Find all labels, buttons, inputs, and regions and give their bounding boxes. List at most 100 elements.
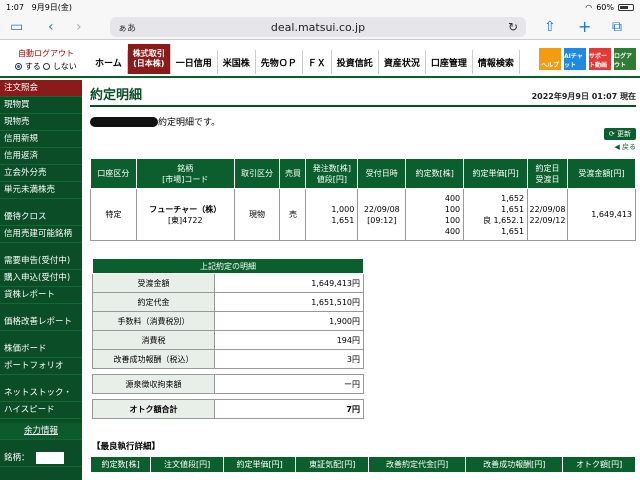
page-timestamp: 2022年9月9日 01:07 現在 bbox=[531, 92, 636, 101]
col-amount: 受渡金額[円] bbox=[567, 158, 636, 189]
nav-funds[interactable]: 投資信託 bbox=[332, 50, 379, 74]
ai-chat-icon[interactable]: AIチャット bbox=[564, 48, 586, 70]
best-col: 改善成功報酬[円] bbox=[465, 456, 564, 473]
nav-us-stocks[interactable]: 米国株 bbox=[218, 50, 256, 74]
logout-icon[interactable]: ログアウト bbox=[614, 48, 636, 70]
support-video-icon[interactable]: サポート動画 bbox=[589, 48, 611, 70]
clock: 1:07 bbox=[6, 2, 24, 12]
reload-icon[interactable]: ↻ bbox=[508, 20, 518, 34]
settle-date: 22/09/12 bbox=[529, 215, 566, 225]
exec-price: 良 1,652.1 bbox=[482, 215, 525, 225]
summary-label: 改善成功報酬（税込） bbox=[92, 349, 215, 369]
col-type: 取引区分 bbox=[233, 158, 281, 189]
sidebar-item-margin-new[interactable]: 信用新規 bbox=[0, 131, 82, 148]
sidebar-item-portfolio[interactable]: ポートフォリオ bbox=[0, 358, 82, 375]
auto-logout-off-radio[interactable] bbox=[43, 63, 51, 70]
sidebar-item-purchase[interactable]: 購入申込(受付中) bbox=[0, 270, 82, 287]
exec-qty: 100 bbox=[444, 204, 461, 214]
tabs-icon[interactable]: ⧉ bbox=[612, 18, 622, 36]
wifi-icon: ◠ bbox=[585, 2, 593, 12]
date: 9月9日(金) bbox=[31, 2, 73, 12]
table-row: 特定 フューチャー（株） [東]4722 現物 売 1,000 1,651 22… bbox=[90, 188, 636, 241]
site-header: 自動ログアウト する しない ホーム 株式取引 (日本株) 一日信用 米国株 先… bbox=[0, 40, 640, 78]
recv-time: [09:12] bbox=[367, 215, 397, 225]
sidebar-item-off-floor[interactable]: 立会外分売 bbox=[0, 165, 82, 182]
auto-logout: 自動ログアウト する しない bbox=[4, 48, 88, 72]
cell-exec-price: 1,652 1,651 良 1,652.1 1,651 bbox=[463, 188, 529, 241]
sidebar-item-shortable[interactable]: 信用売建可能銘柄 bbox=[0, 226, 82, 243]
forward-icon[interactable]: › bbox=[76, 18, 82, 36]
auto-logout-on-radio[interactable] bbox=[15, 63, 23, 70]
summary-value: 1,651,510円 bbox=[214, 292, 364, 312]
cell-recv: 22/09/08 [09:12] bbox=[357, 188, 407, 241]
exec-qty: 100 bbox=[444, 215, 461, 225]
withholding-label: 源泉徴収拘束額 bbox=[92, 374, 215, 394]
nav-account[interactable]: 口座管理 bbox=[426, 50, 473, 74]
col-side: 売買 bbox=[279, 158, 307, 189]
nav-assets[interactable]: 資産状況 bbox=[379, 50, 426, 74]
notice: 約定明細です。 bbox=[90, 115, 636, 128]
sidebar-item-order-inquiry[interactable]: 注文照会 bbox=[0, 80, 82, 97]
auto-logout-off-label: しない bbox=[52, 62, 77, 71]
sidebar-item-stock-board[interactable]: 株価ボード bbox=[0, 341, 82, 358]
sidebar-item-yutai-cross[interactable]: 優待クロス bbox=[0, 209, 82, 226]
order-table: 口座区分 銘柄 [市場]コード 取引区分 売買 発注数[株] 値段[円] 受付日… bbox=[90, 158, 636, 241]
best-col: 注文値段[円] bbox=[150, 456, 224, 473]
redacted-name bbox=[90, 116, 158, 127]
nav-home[interactable]: ホーム bbox=[90, 50, 128, 74]
nav-info-search[interactable]: 情報検索 bbox=[473, 50, 520, 74]
nav-futures[interactable]: 先物ＯＰ bbox=[256, 50, 303, 74]
sidebar-item-margin-info[interactable]: 余力情報 bbox=[0, 423, 82, 440]
sidebar-icon[interactable]: ▭ bbox=[10, 18, 23, 36]
table-row: 手数料（消費税別） 1,900円 bbox=[92, 311, 364, 331]
nav-stock-trading[interactable]: 株式取引 (日本株) bbox=[127, 44, 171, 74]
order-price: 1,651 bbox=[331, 215, 355, 225]
auto-logout-on-label: する bbox=[24, 62, 41, 71]
sidebar-item-odd-lot[interactable]: 単元未満株売 bbox=[0, 182, 82, 199]
help-icon[interactable]: ヘルプ bbox=[539, 48, 561, 70]
sidebar-item-netstock-2[interactable]: ハイスピード bbox=[0, 402, 82, 419]
summary-label: 受渡金額 bbox=[92, 273, 215, 293]
page-title-text: 約定明細 bbox=[90, 88, 143, 103]
address-bar[interactable]: ぁあ deal.matsui.co.jp ↻ bbox=[110, 17, 526, 37]
text-size-button[interactable]: ぁあ bbox=[118, 21, 136, 34]
recv-date: 22/09/08 bbox=[363, 204, 400, 214]
summary-value: 1,649,413円 bbox=[214, 273, 364, 293]
stock-name[interactable]: フューチャー（株） bbox=[137, 204, 234, 215]
summary-value: 3円 bbox=[214, 349, 364, 369]
stock-search-input[interactable] bbox=[35, 451, 64, 464]
nav-fx[interactable]: ＦＸ bbox=[303, 50, 332, 74]
sidebar-item-lending-report[interactable]: 貸株レポート bbox=[0, 287, 82, 304]
cell-type: 現物 bbox=[233, 188, 281, 241]
refresh-button[interactable]: ⟳ 更新 bbox=[603, 128, 636, 140]
main-nav: ホーム 株式取引 (日本株) 一日信用 米国株 先物ＯＰ ＦＸ 投資信託 資産状… bbox=[90, 44, 520, 74]
nav-active-line2: (日本株) bbox=[133, 59, 165, 68]
sidebar-item-sell[interactable]: 現物売 bbox=[0, 114, 82, 131]
sidebar-item-margin-close[interactable]: 信用返済 bbox=[0, 148, 82, 165]
sidebar-item-buy[interactable]: 現物買 bbox=[0, 97, 82, 114]
sidebar-item-demand[interactable]: 需要申告(受付中) bbox=[0, 253, 82, 270]
back-link[interactable]: ◀ 戻る bbox=[604, 142, 636, 152]
order-qty: 1,000 bbox=[331, 204, 355, 214]
best-exec-table: 約定数[株] 注文値段[円] 約定単価[円] 東証気配[円] 改善約定代金[円]… bbox=[89, 456, 636, 473]
sidebar-item-price-improve[interactable]: 価格改善レポート bbox=[0, 314, 82, 331]
new-tab-icon[interactable]: + bbox=[578, 18, 591, 36]
table-row: 改善成功報酬（税込） 3円 bbox=[92, 349, 364, 369]
refresh-area: ⟳ 更新 ◀ 戻る bbox=[603, 128, 636, 152]
battery-icon bbox=[618, 3, 634, 11]
back-icon[interactable]: ‹ bbox=[48, 18, 54, 36]
nav-active-line1: 株式取引 bbox=[132, 49, 165, 58]
share-icon[interactable]: ⇧ bbox=[544, 18, 556, 36]
sidebar-stock-search: 銘柄： bbox=[0, 450, 82, 467]
sidebar-item-netstock-1[interactable]: ネットストック・ bbox=[0, 385, 82, 402]
nav-day-margin[interactable]: 一日信用 bbox=[171, 50, 218, 74]
best-col: 約定単価[円] bbox=[222, 456, 297, 473]
exec-qty: 400 bbox=[444, 226, 461, 236]
cell-stock: フューチャー（株） [東]4722 bbox=[135, 188, 235, 241]
main-content: 約定明細 2022年9月9日 01:07 現在 約定明細です。 ⟳ 更新 ◀ 戻… bbox=[89, 84, 636, 473]
cell-exec-qty: 400 100 100 400 bbox=[405, 188, 465, 241]
best-col: 約定数[株] bbox=[89, 456, 152, 473]
browser-toolbar: ▭ ‹ › ぁあ deal.matsui.co.jp ↻ ⇧ + ⧉ bbox=[0, 14, 640, 40]
summary-title: 上記約定の明細 bbox=[92, 258, 364, 274]
table-row: 消費税 194円 bbox=[92, 330, 364, 350]
